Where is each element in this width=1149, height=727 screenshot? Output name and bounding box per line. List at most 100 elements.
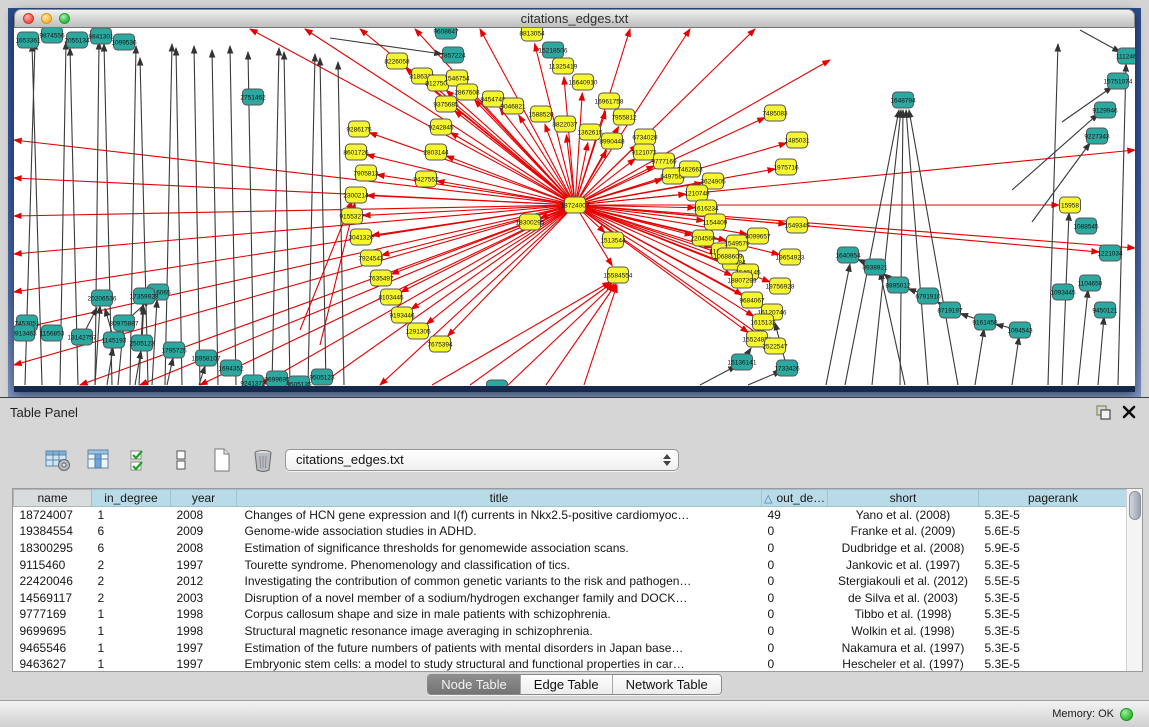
column-header-in_degree[interactable]: in_degree [92, 490, 171, 507]
cell-year: 1998 [171, 623, 237, 640]
edge[interactable] [900, 110, 903, 385]
table-selector[interactable]: citations_edges.txt [285, 449, 679, 471]
table-scrollbar[interactable] [1126, 489, 1142, 671]
table-panel-title: Table Panel [10, 405, 78, 420]
delete-columns-icon[interactable] [249, 446, 277, 474]
create-column-icon[interactable] [208, 446, 236, 474]
select-all-rows-icon[interactable] [126, 446, 154, 474]
table-row[interactable]: 946362711997Embryonic stem cells: a mode… [14, 656, 1128, 672]
edge[interactable] [1118, 64, 1126, 385]
selected-edge[interactable] [14, 178, 575, 205]
table-row[interactable]: 911546021997Tourette syndrome. Phenomeno… [14, 556, 1128, 573]
selected-edge[interactable] [260, 205, 575, 385]
cell-year: 2003 [171, 589, 237, 606]
node-label: 7955812 [611, 114, 637, 121]
edge[interactable] [748, 371, 781, 385]
selected-edge[interactable] [564, 77, 575, 205]
node-label: 2055134 [64, 37, 90, 44]
column-header-pagerank[interactable]: pagerank [979, 490, 1128, 507]
float-panel-icon[interactable] [1096, 405, 1111, 420]
edge[interactable] [230, 46, 236, 385]
edge[interactable] [1012, 337, 1019, 385]
close-panel-icon[interactable] [1122, 405, 1136, 419]
node-label: 19654923 [776, 254, 805, 261]
minimize-window-icon[interactable] [41, 13, 52, 24]
edge[interactable] [909, 110, 958, 385]
cell-title: Investigating the contribution of common… [237, 573, 762, 590]
edge[interactable] [1098, 317, 1104, 385]
column-header-out_degree[interactable]: △out_de… [762, 490, 828, 507]
tab-edge-table[interactable]: Edge Table [520, 675, 612, 694]
cell-title: Changes of HCN gene expression and I(f) … [237, 507, 762, 524]
edge[interactable] [1012, 114, 1098, 190]
network-window[interactable]: citations_edges.txt 18724007822605881863… [14, 9, 1135, 392]
node-label: 9777169 [651, 158, 677, 165]
selected-edge[interactable] [470, 283, 612, 385]
column-header-title[interactable]: title [237, 490, 762, 507]
edge[interactable] [1080, 30, 1120, 52]
edge[interactable] [1048, 44, 1058, 385]
table-mode-icon[interactable] [44, 446, 72, 474]
selected-edge[interactable] [14, 205, 575, 330]
zoom-window-icon[interactable] [59, 13, 70, 24]
cell-short: Hescheler et al. (1997) [828, 656, 979, 672]
edge[interactable] [272, 48, 279, 385]
network-window-titlebar[interactable]: citations_edges.txt [14, 9, 1135, 28]
edge[interactable] [975, 329, 984, 385]
row-height-icon[interactable] [167, 446, 195, 474]
table-row[interactable]: 1456911722003Disruption of a novel membe… [14, 589, 1128, 606]
selected-edge[interactable] [448, 205, 575, 336]
table-row[interactable]: 946554611997Estimation of the future num… [14, 639, 1128, 656]
edge[interactable] [826, 264, 850, 385]
node-label: 1099536 [111, 39, 137, 46]
node-label: 9684067 [739, 297, 765, 304]
table-row[interactable]: 1938455462009Genome-wide association stu… [14, 523, 1128, 540]
node-label: 1653361 [15, 37, 41, 44]
table-row[interactable]: 1830029562008Estimation of significance … [14, 540, 1128, 557]
table-row[interactable]: 2242004622012Investigating the contribut… [14, 573, 1128, 590]
tab-network-table[interactable]: Network Table [612, 675, 721, 694]
cell-in_degree: 2 [92, 573, 171, 590]
selected-edge[interactable] [508, 284, 614, 385]
table-row[interactable]: 977716911998Corpus callosum shape and si… [14, 606, 1128, 623]
selected-edge[interactable] [369, 133, 575, 205]
selected-edge[interactable] [14, 205, 575, 292]
edge[interactable] [700, 366, 736, 385]
cell-short: Stergiakouli et al. (2012) [828, 573, 979, 590]
table-scrollbar-thumb[interactable] [1129, 491, 1141, 520]
edge[interactable] [194, 46, 200, 385]
edge[interactable] [872, 110, 901, 385]
cell-year: 1998 [171, 606, 237, 623]
edge[interactable] [906, 110, 928, 385]
node-label: 8601726 [343, 149, 369, 156]
table-row[interactable]: 969969511998Structural magnetic resonanc… [14, 623, 1128, 640]
edge[interactable] [212, 50, 218, 385]
cell-year: 2008 [171, 540, 237, 557]
edge[interactable] [176, 48, 182, 385]
tab-node-table[interactable]: Node Table [428, 675, 520, 694]
node-label: 7635497 [368, 275, 394, 282]
cell-pagerank: 5.3E-5 [979, 639, 1128, 656]
node-label: 1549579 [724, 240, 750, 247]
node-label: 11325419 [549, 63, 578, 70]
selected-edge[interactable] [380, 205, 575, 385]
edge[interactable] [165, 44, 172, 385]
selected-edge[interactable] [432, 282, 610, 385]
edge[interactable] [284, 52, 290, 385]
edge[interactable] [308, 54, 315, 385]
table-row[interactable]: 1872400712008Changes of HCN gene express… [14, 507, 1128, 524]
edge[interactable] [130, 46, 136, 385]
column-header-year[interactable]: year [171, 490, 237, 507]
show-columns-icon[interactable] [85, 446, 113, 474]
edge[interactable] [1078, 290, 1088, 385]
network-canvas[interactable]: 1872400782260588186328912750815467542867… [14, 28, 1135, 386]
edge[interactable] [320, 58, 326, 385]
column-header-name[interactable]: name [14, 490, 92, 507]
selected-edge[interactable] [427, 205, 575, 324]
close-window-icon[interactable] [23, 13, 34, 24]
node-label: 1975716 [773, 164, 799, 171]
selected-edge[interactable] [14, 205, 575, 216]
selected-edge[interactable] [575, 205, 1099, 252]
cell-name: 18300295 [14, 540, 92, 557]
column-header-short[interactable]: short [828, 490, 979, 507]
